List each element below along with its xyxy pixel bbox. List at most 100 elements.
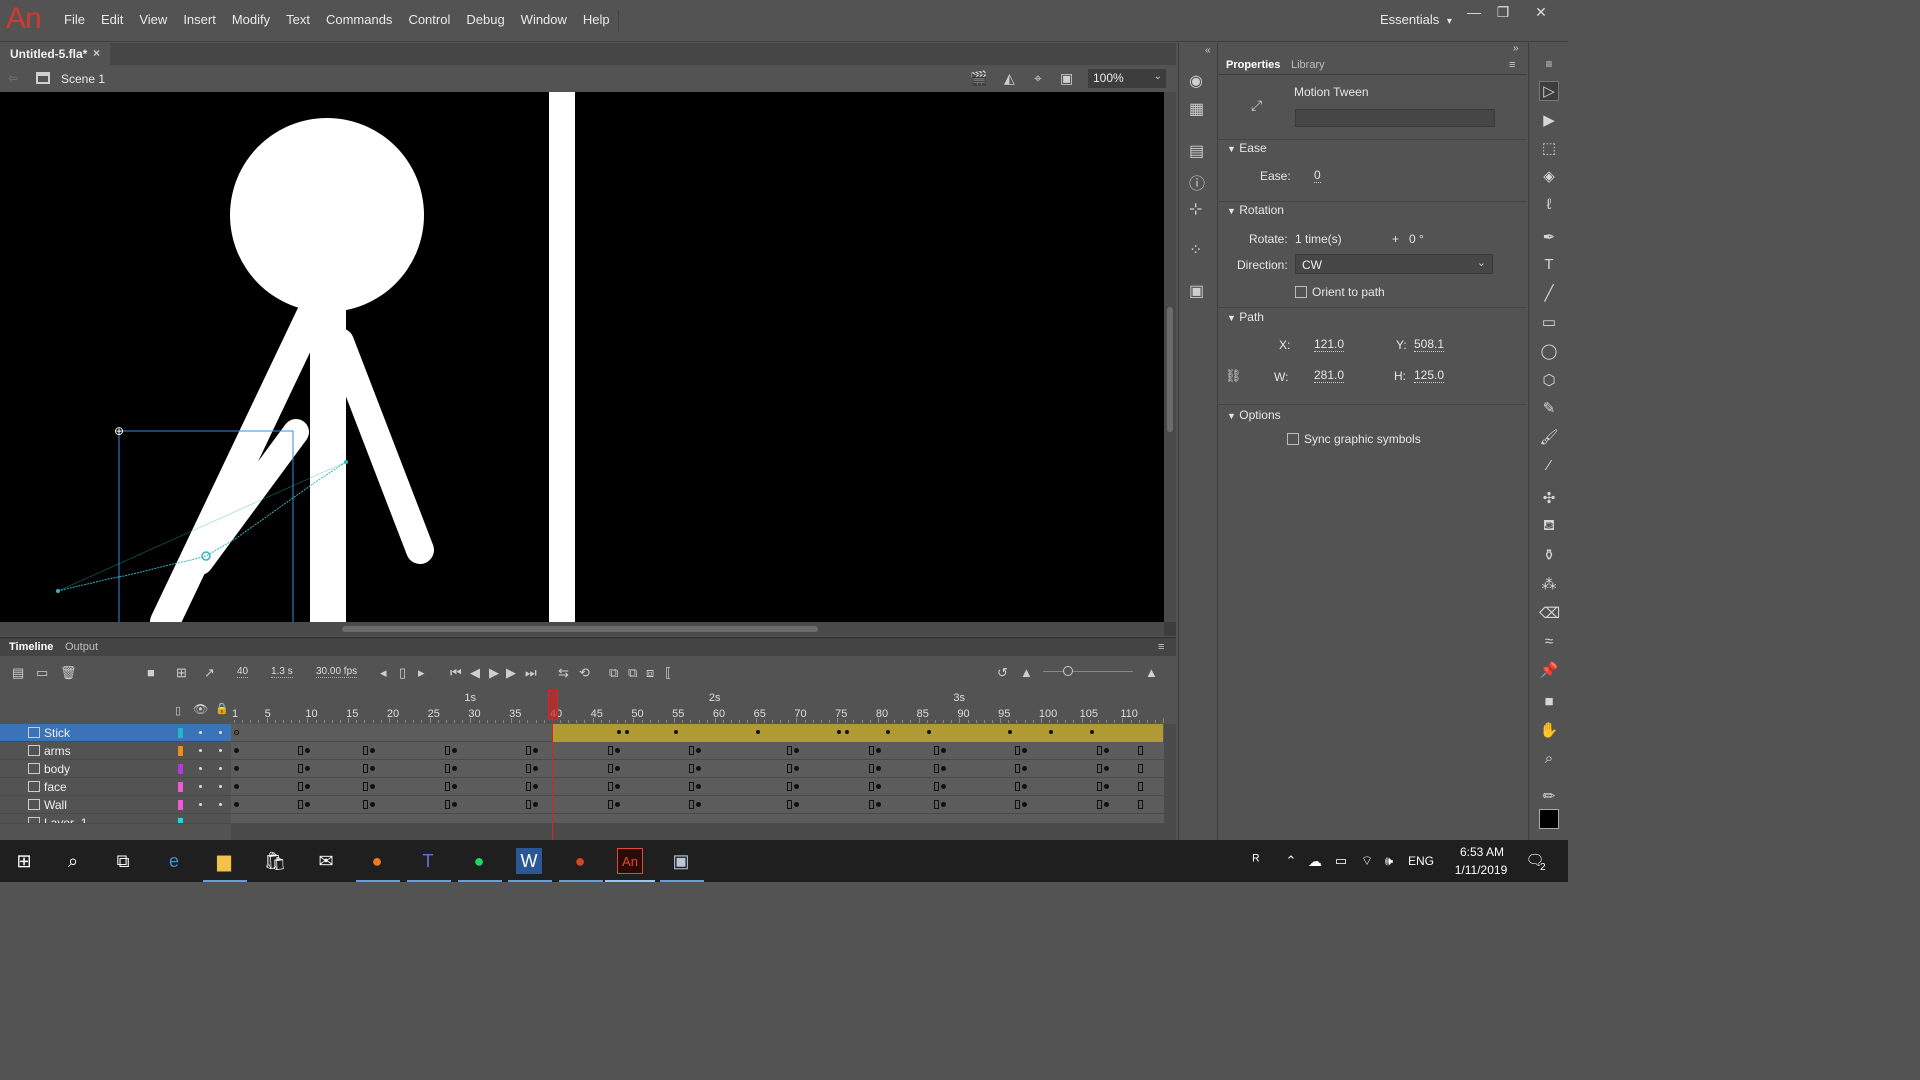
- panel-menu-icon[interactable]: ≡: [1158, 641, 1164, 653]
- menu-help[interactable]: Help: [575, 12, 618, 27]
- property-keyframe[interactable]: [886, 730, 890, 734]
- frame-end-marker[interactable]: [526, 782, 532, 791]
- layer-outline-color[interactable]: [178, 818, 183, 823]
- keyframe[interactable]: [451, 802, 457, 807]
- show-hidden-icons[interactable]: ⌃: [1278, 848, 1304, 874]
- line-tool-icon[interactable]: ╱: [1539, 284, 1559, 302]
- fit-frames-icon[interactable]: ⟦: [665, 665, 671, 681]
- spotify-icon[interactable]: ●: [466, 848, 492, 874]
- align-icon[interactable]: ▤: [1189, 141, 1204, 161]
- stage-vertical-scrollbar[interactable]: [1164, 92, 1176, 622]
- people-icon[interactable]: ᴿ: [1243, 848, 1269, 874]
- path-node[interactable]: [344, 460, 348, 464]
- search-icon[interactable]: ⌕: [60, 848, 86, 874]
- visibility-dot[interactable]: [199, 803, 202, 806]
- go-to-last-icon[interactable]: ⏭: [525, 665, 537, 681]
- frame-end-marker[interactable]: [787, 746, 793, 755]
- keyframe[interactable]: [1103, 784, 1109, 789]
- menu-window[interactable]: Window: [513, 12, 575, 27]
- keyframe[interactable]: [875, 748, 881, 753]
- keyframe[interactable]: [1022, 766, 1028, 771]
- rotate-degrees-value[interactable]: 0 °: [1409, 232, 1424, 246]
- playhead-handle[interactable]: [547, 690, 558, 720]
- ease-value[interactable]: 0: [1314, 168, 1321, 183]
- edit-scene-icon[interactable]: 🎬: [970, 70, 987, 87]
- section-ease[interactable]: ▼ Ease: [1227, 141, 1267, 155]
- step-back-icon[interactable]: ◀: [470, 665, 480, 681]
- layer-outline-color[interactable]: [178, 764, 183, 774]
- onion-skin-icon[interactable]: ⟲: [579, 665, 590, 681]
- menu-commands[interactable]: Commands: [318, 12, 400, 27]
- graph-icon[interactable]: ↗: [204, 665, 215, 681]
- keyframe[interactable]: [533, 802, 539, 807]
- keyframe[interactable]: [1103, 802, 1109, 807]
- eyedropper-tool-icon[interactable]: ⁂: [1539, 575, 1559, 593]
- frame-end-marker[interactable]: [444, 782, 450, 791]
- paint-bucket-tool-icon[interactable]: ⛾: [1539, 517, 1559, 536]
- frame-end-marker[interactable]: [1096, 764, 1102, 773]
- stroke-color-icon[interactable]: ✏: [1539, 787, 1559, 805]
- polystar-tool-icon[interactable]: ⬡: [1539, 371, 1559, 389]
- layer-outline-color[interactable]: [178, 728, 183, 738]
- frame-zoom-slider-thumb[interactable]: [1063, 666, 1073, 676]
- close-tab-icon[interactable]: ×: [93, 46, 100, 60]
- onion-skin-outlines-icon[interactable]: ⧉: [609, 665, 618, 681]
- free-transform-tool-icon[interactable]: ⬚: [1539, 139, 1559, 157]
- lock-dot[interactable]: [219, 803, 222, 806]
- keyframe[interactable]: [370, 784, 376, 789]
- keyframe[interactable]: [234, 784, 239, 789]
- insert-keyframe-icon[interactable]: ▯: [399, 665, 406, 681]
- keyframe[interactable]: [614, 802, 620, 807]
- keyframe[interactable]: [305, 748, 311, 753]
- frame-end-marker[interactable]: [363, 746, 369, 755]
- bone-tool-icon[interactable]: ✣: [1539, 489, 1559, 507]
- asset-warp-tool-icon[interactable]: 📌: [1539, 661, 1559, 679]
- panel-menu-icon[interactable]: ≡: [1509, 59, 1515, 71]
- frame-zoom-slider[interactable]: [1043, 671, 1133, 672]
- lock-dot[interactable]: [219, 731, 222, 734]
- workspace-switcher[interactable]: Essentials ▾: [1380, 12, 1452, 27]
- play-icon[interactable]: ▶: [489, 665, 499, 681]
- edge-browser-icon[interactable]: e: [161, 848, 187, 874]
- store-icon[interactable]: 🛍: [262, 848, 288, 874]
- frame-row[interactable]: [231, 814, 1164, 824]
- language-indicator[interactable]: ENG: [1408, 854, 1434, 868]
- collapse-arrow-icon[interactable]: »: [1513, 43, 1519, 54]
- keyframe[interactable]: [1103, 748, 1109, 753]
- visibility-dot[interactable]: [199, 731, 202, 734]
- keyframe[interactable]: [370, 766, 376, 771]
- zoom-select[interactable]: 100% ⌄: [1088, 69, 1166, 88]
- 3d-rotation-tool-icon[interactable]: ◈: [1539, 167, 1559, 185]
- menu-edit[interactable]: Edit: [93, 12, 131, 27]
- next-keyframe-icon[interactable]: ▸: [418, 665, 425, 681]
- frame-end-marker[interactable]: [444, 746, 450, 755]
- restore-button[interactable]: ❐: [1493, 4, 1513, 21]
- menu-view[interactable]: View: [131, 12, 175, 27]
- onion-markers-icon[interactable]: ⧈: [646, 665, 654, 681]
- oval-tool-icon[interactable]: ◯: [1539, 342, 1559, 360]
- scroll-thumb[interactable]: [342, 626, 818, 632]
- keyframe[interactable]: [940, 748, 946, 753]
- layer-outline-color[interactable]: [178, 782, 183, 792]
- frame-row[interactable]: [231, 778, 1164, 796]
- back-arrow-icon[interactable]: ⇦: [8, 71, 18, 85]
- highlight-layers-icon[interactable]: ▯: [175, 704, 181, 717]
- frame-end-marker[interactable]: [1096, 800, 1102, 809]
- keyframe[interactable]: [305, 766, 311, 771]
- text-tool-icon[interactable]: T: [1539, 256, 1559, 273]
- frame-end-marker[interactable]: [1137, 800, 1143, 809]
- frame-end-marker[interactable]: [787, 800, 793, 809]
- keyframe[interactable]: [1022, 802, 1028, 807]
- stage-horizontal-scrollbar[interactable]: [0, 622, 1164, 636]
- lock-dot[interactable]: [219, 767, 222, 770]
- keyframe[interactable]: [1022, 784, 1028, 789]
- visibility-dot[interactable]: [199, 785, 202, 788]
- keyframe[interactable]: [794, 766, 800, 771]
- frame-end-marker[interactable]: [868, 746, 874, 755]
- keyframe[interactable]: [451, 784, 457, 789]
- keyframe[interactable]: [234, 748, 239, 753]
- property-keyframe[interactable]: [755, 730, 760, 734]
- frame-end-marker[interactable]: [689, 800, 695, 809]
- keyframe[interactable]: [614, 766, 620, 771]
- tab-library[interactable]: Library: [1291, 59, 1325, 71]
